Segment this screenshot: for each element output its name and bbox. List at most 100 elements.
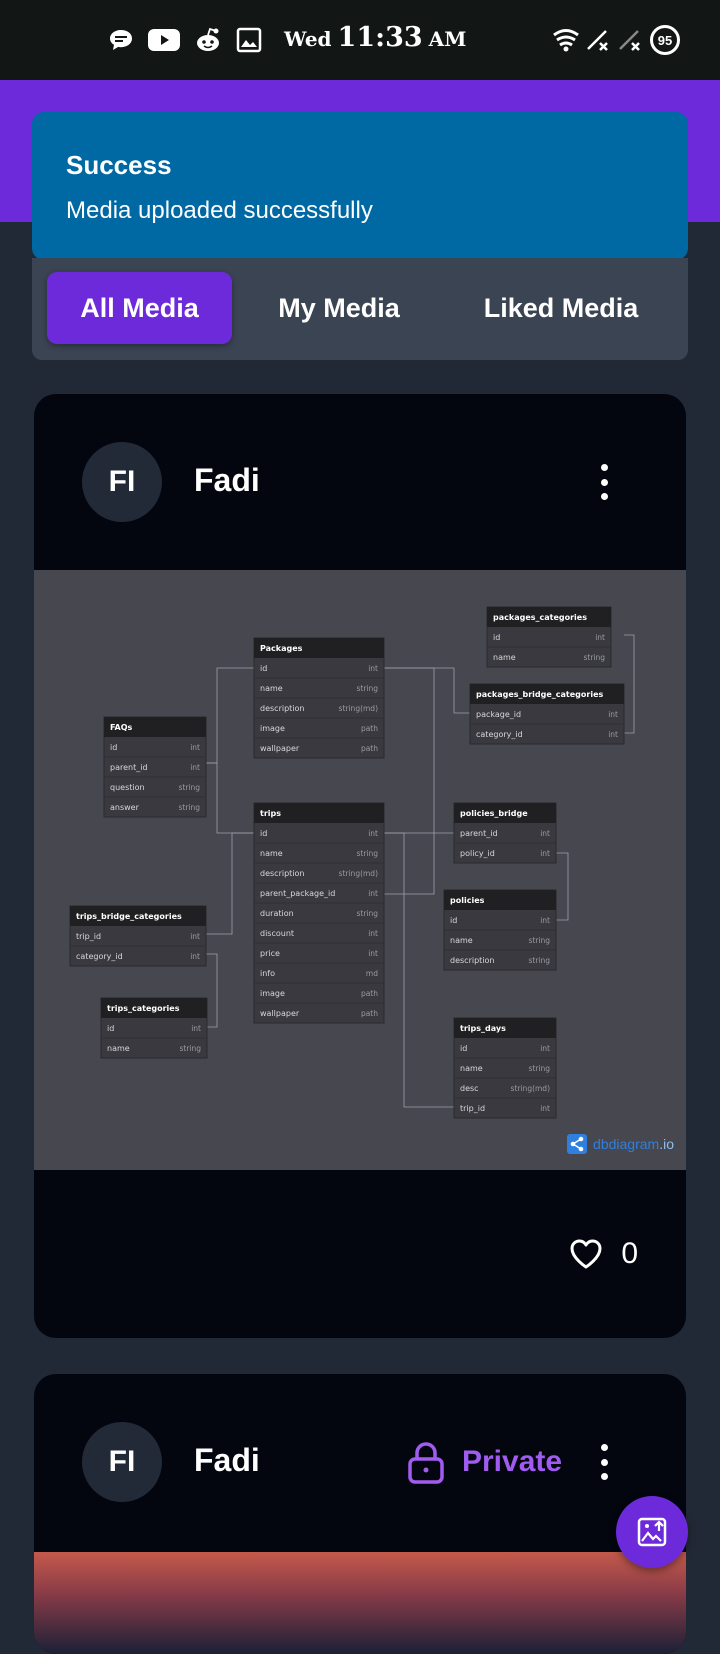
clock-time: 11:33 xyxy=(337,22,423,53)
table-title: trips_bridge_categories xyxy=(76,912,182,921)
erd-table: policies_bridgeparent_id intpolicy_id int xyxy=(453,802,557,864)
field-type: int xyxy=(368,664,378,673)
field-type: int xyxy=(190,932,200,941)
field-name: name xyxy=(260,849,283,858)
erd-table: trips_daysid int name string desc string(md) t… xyxy=(453,1017,557,1119)
field-type: string xyxy=(528,936,550,945)
table-title: policies xyxy=(450,896,485,905)
field-type: int xyxy=(540,1044,550,1053)
field-type: string xyxy=(356,684,378,693)
tab-all-media[interactable]: All Media xyxy=(47,272,232,344)
reddit-icon xyxy=(197,27,219,51)
battery-icon: 95 xyxy=(650,25,680,55)
field-type: string xyxy=(356,849,378,858)
field-type: int xyxy=(191,1024,201,1033)
field-name: parent_package_id xyxy=(260,889,335,898)
relation-line xyxy=(556,852,569,921)
field-type: int xyxy=(540,1104,550,1113)
signal-x-icon xyxy=(619,30,640,51)
success-toast[interactable]: Success Media uploaded successfully xyxy=(32,112,688,260)
relation-line xyxy=(206,953,218,1028)
field-type: int xyxy=(368,929,378,938)
field-type: string xyxy=(178,783,200,792)
table-title: policies_bridge xyxy=(460,809,528,818)
media-tabs: All Media My Media Liked Media xyxy=(32,258,688,360)
table-title: Packages xyxy=(260,644,303,653)
field-type: string xyxy=(583,653,605,662)
field-name: trip_id xyxy=(76,932,101,941)
relation-line xyxy=(206,667,254,764)
field-type: path xyxy=(361,1009,378,1018)
table-title: packages_categories xyxy=(493,613,587,622)
relation-line xyxy=(384,667,470,714)
erd-table: packages_bridge_categoriespackage_id intc… xyxy=(469,683,625,745)
field-name: image xyxy=(260,989,285,998)
signal-x-icon xyxy=(587,30,608,51)
media-image[interactable] xyxy=(34,1552,686,1654)
erd-table: packages_categoriesid int name string xyxy=(486,606,612,668)
clock-ampm: AM xyxy=(428,27,467,51)
field-type: md xyxy=(366,969,378,978)
field-name: category_id xyxy=(76,952,123,961)
table-title: packages_bridge_categories xyxy=(476,690,604,699)
field-name: id xyxy=(107,1024,114,1033)
field-type: int xyxy=(540,829,550,838)
post-username[interactable]: Fadi xyxy=(194,462,260,499)
field-name: wallpaper xyxy=(260,1009,300,1018)
media-image[interactable]: Packages id int name string description string… xyxy=(34,570,686,1170)
field-name: category_id xyxy=(476,730,523,739)
field-name: wallpaper xyxy=(260,744,300,753)
field-type: string xyxy=(356,909,378,918)
avatar[interactable]: FI xyxy=(82,442,162,522)
avatar[interactable]: FI xyxy=(82,1422,162,1502)
table-title: trips xyxy=(260,809,281,818)
erd-table: policies id int name string description string xyxy=(443,889,557,971)
field-name: id xyxy=(260,664,267,673)
youtube-icon xyxy=(148,29,180,51)
field-name: package_id xyxy=(476,710,521,719)
erd-table: trips id int name string description string(md… xyxy=(253,802,385,1024)
field-name: id xyxy=(460,1044,467,1053)
heart-icon[interactable] xyxy=(569,1238,603,1270)
battery-level: 95 xyxy=(657,32,673,48)
upload-image-icon xyxy=(637,1517,667,1547)
wifi-icon xyxy=(553,29,579,52)
field-name: name xyxy=(460,1064,483,1073)
erd-table: trips_categoriesid int name string xyxy=(100,997,208,1059)
field-type: string xyxy=(178,803,200,812)
tab-my-media[interactable]: My Media xyxy=(244,272,434,344)
field-name: id xyxy=(110,743,117,752)
toast-message: Media uploaded successfully xyxy=(66,197,373,224)
field-type: int xyxy=(540,849,550,858)
field-name: name xyxy=(493,653,516,662)
field-name: image xyxy=(260,724,285,733)
upload-media-button[interactable] xyxy=(616,1496,688,1568)
dbdiagram-logo: dbdiagram .io xyxy=(567,1134,674,1154)
lock-icon xyxy=(408,1442,444,1484)
table-title: trips_categories xyxy=(107,1004,180,1013)
table-title: FAQs xyxy=(110,723,133,732)
field-type: int xyxy=(190,743,200,752)
field-name: answer xyxy=(110,803,140,812)
more-options-icon[interactable] xyxy=(594,1444,614,1480)
field-type: int xyxy=(368,829,378,838)
field-type: string xyxy=(179,1044,201,1053)
field-name: id xyxy=(450,916,457,925)
field-type: int xyxy=(595,633,605,642)
clock: Wed 11:33 AM xyxy=(284,22,466,58)
brand-name: dbdiagram xyxy=(593,1136,660,1152)
likes: 0 xyxy=(569,1234,638,1274)
more-options-icon[interactable] xyxy=(594,464,614,500)
field-name: question xyxy=(110,783,145,792)
toast-title: Success xyxy=(66,150,172,180)
brand-tld: .io xyxy=(659,1136,674,1152)
post-username[interactable]: Fadi xyxy=(194,1442,260,1479)
tab-liked-media[interactable]: Liked Media xyxy=(446,272,676,344)
field-name: discount xyxy=(260,929,294,938)
like-count: 0 xyxy=(621,1237,638,1270)
field-name: name xyxy=(107,1044,130,1053)
table-title: trips_days xyxy=(460,1024,506,1033)
system-icons: 95 xyxy=(552,22,680,58)
field-name: name xyxy=(260,684,283,693)
field-name: parent_id xyxy=(460,829,498,838)
